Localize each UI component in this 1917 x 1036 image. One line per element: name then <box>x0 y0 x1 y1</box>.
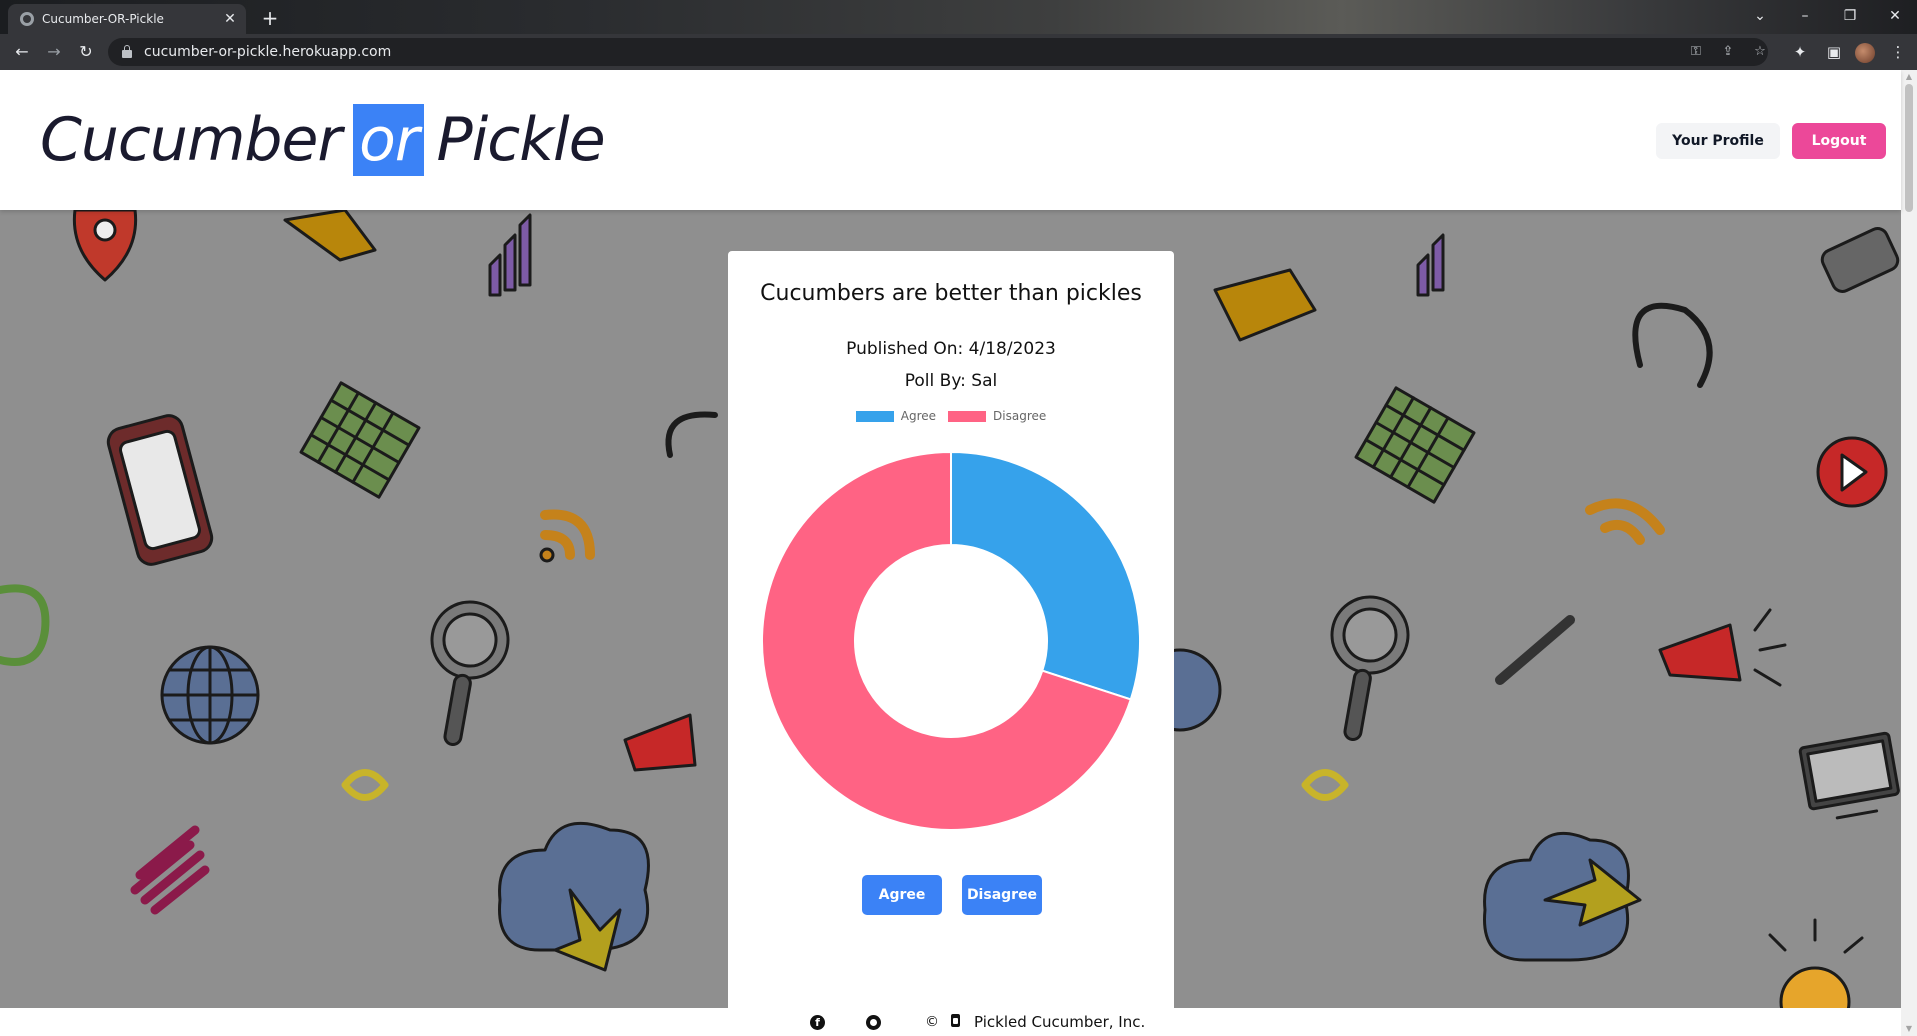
site-header: Cucumber or Pickle Your Profile Logout <box>0 70 1901 210</box>
logout-button[interactable]: Logout <box>1792 123 1886 159</box>
scroll-down-icon[interactable]: ▼ <box>1901 1022 1917 1036</box>
published-date: Published On: 4/18/2023 <box>846 339 1056 359</box>
legend-item-disagree[interactable]: Disagree <box>948 409 1046 423</box>
window-close-icon[interactable]: ✕ <box>1875 4 1915 28</box>
logo-word-or: or <box>353 104 425 176</box>
menu-icon[interactable]: ⋮ <box>1886 40 1910 64</box>
key-icon[interactable]: ⚿ <box>1686 42 1706 62</box>
sidepanel-icon[interactable]: ▣ <box>1822 40 1846 64</box>
site-footer: f © Pickled Cucumber, Inc. <box>0 1008 1901 1036</box>
legend-label: Agree <box>900 409 937 423</box>
page-viewport: Cucumber or Pickle Your Profile Logout C… <box>0 70 1917 1036</box>
logo-word-pickle: Pickle <box>436 105 605 175</box>
scrollbar-thumb[interactable] <box>1905 84 1913 212</box>
address-bar[interactable]: cucumber-or-pickle.herokuapp.com ⚿ ⇪ ☆ <box>108 38 1768 66</box>
facebook-icon[interactable]: f <box>810 1015 825 1030</box>
share-icon[interactable]: ⇪ <box>1718 42 1738 62</box>
poll-donut-chart <box>761 451 1141 831</box>
agree-button[interactable]: Agree <box>862 875 942 915</box>
github-icon[interactable] <box>866 1015 881 1030</box>
donut-slice-agree[interactable] <box>950 451 1141 701</box>
poll-card: Cucumbers are better than pickles Publis… <box>728 251 1174 1036</box>
url-text: cucumber-or-pickle.herokuapp.com <box>144 44 392 60</box>
legend-label: Disagree <box>993 409 1047 423</box>
company-name: Pickled Cucumber, Inc. <box>974 1013 1146 1031</box>
page-scrollbar[interactable]: ▲ ▼ <box>1901 70 1917 1036</box>
legend-swatch <box>855 410 894 422</box>
close-tab-icon[interactable]: ✕ <box>222 11 238 27</box>
jar-icon <box>951 1014 960 1027</box>
star-icon[interactable]: ☆ <box>1750 42 1770 62</box>
new-tab-icon[interactable]: + <box>258 6 282 30</box>
browser-toolbar: ← → ↻ cucumber-or-pickle.herokuapp.com ⚿… <box>0 34 1917 70</box>
legend-item-agree[interactable]: Agree <box>855 409 937 423</box>
browser-tab-strip: Cucumber-OR-Pickle ✕ + ⌄ – ❐ ✕ <box>0 0 1917 34</box>
copyright-symbol: © <box>925 1014 939 1030</box>
globe-icon <box>20 12 34 26</box>
back-icon[interactable]: ← <box>10 40 34 64</box>
site-logo[interactable]: Cucumber or Pickle <box>40 104 606 176</box>
tab-title: Cucumber-OR-Pickle <box>42 12 164 26</box>
browser-tab[interactable]: Cucumber-OR-Pickle ✕ <box>8 4 246 34</box>
disagree-button[interactable]: Disagree <box>962 875 1042 915</box>
extensions-icon[interactable]: ✦ <box>1788 40 1812 64</box>
minimize-icon[interactable]: – <box>1785 4 1825 28</box>
scroll-up-icon[interactable]: ▲ <box>1901 70 1917 84</box>
lock-icon <box>122 45 132 58</box>
reload-icon[interactable]: ↻ <box>74 40 98 64</box>
forward-icon[interactable]: → <box>42 40 66 64</box>
restore-icon[interactable]: ❐ <box>1830 4 1870 28</box>
poll-title: Cucumbers are better than pickles <box>760 281 1142 306</box>
tab-search-icon[interactable]: ⌄ <box>1740 4 1780 28</box>
your-profile-button[interactable]: Your Profile <box>1656 123 1780 159</box>
poll-author: Poll By: Sal <box>904 371 998 391</box>
legend-swatch <box>948 410 987 422</box>
logo-word-cucumber: Cucumber <box>40 105 342 175</box>
profile-avatar[interactable] <box>1855 43 1875 63</box>
chart-legend[interactable]: Agree Disagree <box>728 409 1174 423</box>
